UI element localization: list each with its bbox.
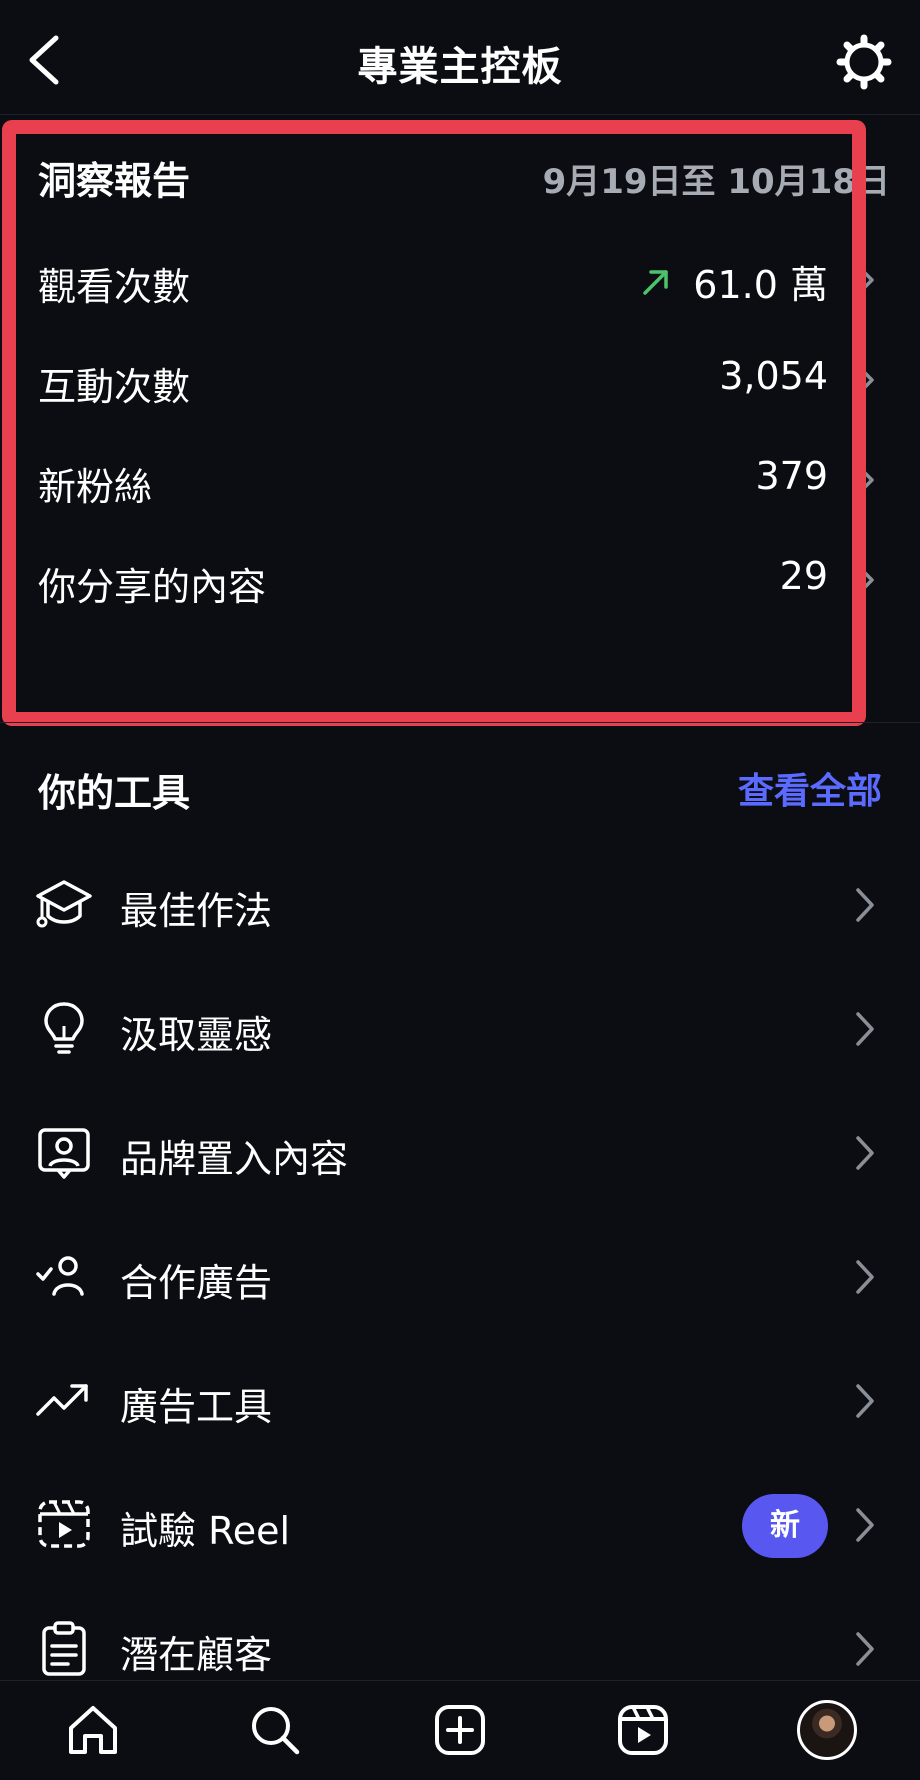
tool-item-ad-tools[interactable]: 廣告工具 (0, 1340, 920, 1464)
tool-label: 品牌置入內容 (120, 1137, 349, 1181)
metric-value: 3,054 (719, 354, 828, 398)
chevron-right-icon (856, 264, 874, 296)
metric-row-interactions[interactable]: 互動次數 3,054 (0, 330, 920, 430)
avatar (797, 1700, 857, 1760)
nav-profile-button[interactable] (792, 1695, 862, 1765)
nav-search-button[interactable] (240, 1695, 310, 1765)
metric-row-views[interactable]: 觀看次數 61.0 萬 (0, 230, 920, 330)
search-icon (252, 1707, 300, 1755)
tool-label: 廣告工具 (120, 1385, 273, 1429)
metric-value: 61.0 萬 (693, 263, 828, 307)
insights-title: 洞察報告 (38, 159, 191, 203)
partnership-user-icon (36, 1256, 84, 1296)
bottom-navigation (0, 1680, 920, 1780)
chevron-right-icon (856, 888, 874, 922)
chevron-right-icon (856, 1632, 874, 1666)
chevron-right-icon (856, 464, 874, 496)
tools-title: 你的工具 (38, 771, 191, 815)
home-icon (69, 1706, 117, 1754)
nav-create-button[interactable] (425, 1695, 495, 1765)
reel-trial-icon (38, 1500, 90, 1548)
chevron-right-icon (856, 564, 874, 596)
tool-item-branded-content[interactable]: 品牌置入內容 (0, 1092, 920, 1216)
metric-row-new-followers[interactable]: 新粉絲 379 (0, 430, 920, 530)
branded-content-icon (38, 1128, 90, 1179)
section-divider (0, 722, 920, 723)
date-range: 9月19日至 10月18日 (542, 162, 890, 202)
tool-item-best-practices[interactable]: 最佳作法 (0, 844, 920, 968)
metric-label: 新粉絲 (38, 465, 153, 509)
nav-home-button[interactable] (58, 1695, 128, 1765)
tool-label: 合作廣告 (120, 1261, 273, 1305)
tool-item-partnership-ads[interactable]: 合作廣告 (0, 1216, 920, 1340)
chevron-right-icon (856, 1012, 874, 1046)
tool-label: 試驗 Reel (120, 1509, 291, 1553)
tool-label: 潛在顧客 (120, 1633, 273, 1677)
professional-dashboard-screen: 專業主控板 洞察報告 9月19日至 10月18日 觀看次數 61.0 萬 互動次… (0, 0, 920, 1780)
metric-value-group: 61.0 萬 (641, 254, 828, 309)
trending-up-icon (36, 1384, 88, 1416)
trend-up-arrow-icon (643, 269, 669, 295)
nav-reels-button[interactable] (608, 1695, 678, 1765)
reels-icon (618, 1705, 668, 1755)
metric-label: 觀看次數 (38, 265, 191, 309)
lightbulb-icon (44, 1002, 84, 1054)
metric-value: 379 (755, 454, 828, 498)
tool-label: 最佳作法 (120, 889, 273, 933)
metric-row-shared-content[interactable]: 你分享的內容 29 (0, 530, 920, 630)
chevron-right-icon (856, 1260, 874, 1294)
new-badge: 新 (742, 1494, 828, 1558)
metric-value: 29 (779, 554, 828, 598)
tool-item-trial-reels[interactable]: 試驗 Reel 新 (0, 1464, 920, 1588)
metric-label: 互動次數 (38, 365, 191, 409)
see-all-link[interactable]: 查看全部 (738, 762, 882, 814)
settings-button[interactable] (834, 32, 894, 92)
top-bar: 專業主控板 (0, 0, 920, 115)
page-title: 專業主控板 (357, 44, 563, 90)
chevron-right-icon (856, 364, 874, 396)
chevron-right-icon (856, 1136, 874, 1170)
gear-icon (836, 34, 892, 90)
metric-label: 你分享的內容 (38, 565, 267, 609)
graduation-cap-icon (36, 880, 92, 928)
tool-item-inspiration[interactable]: 汲取靈感 (0, 968, 920, 1092)
insights-section: 洞察報告 9月19日至 10月18日 觀看次數 61.0 萬 互動次數 3,05… (0, 118, 920, 723)
chevron-right-icon (856, 1508, 874, 1542)
chevron-right-icon (856, 1384, 874, 1418)
clipboard-icon (42, 1621, 86, 1676)
create-icon (435, 1705, 485, 1755)
tool-label: 汲取靈感 (120, 1013, 273, 1057)
